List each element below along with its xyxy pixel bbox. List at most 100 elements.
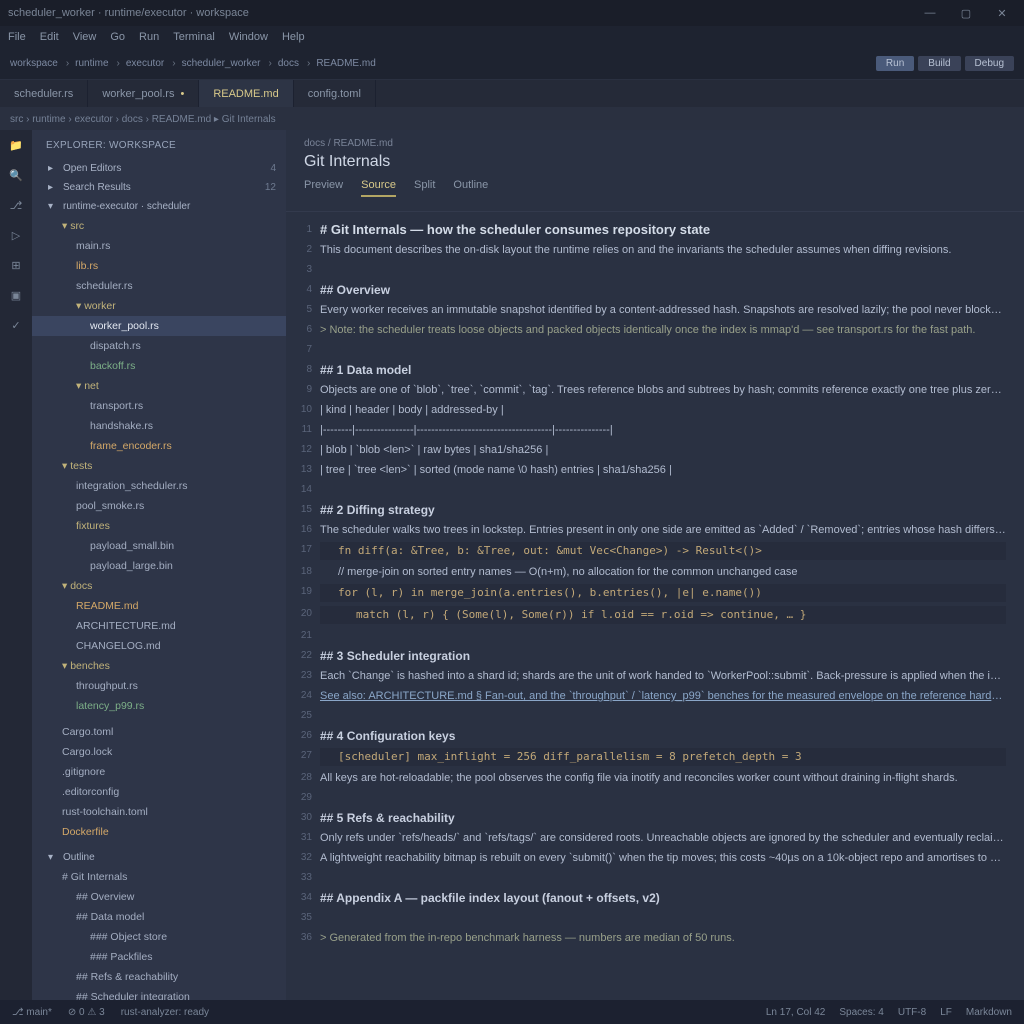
editor-line[interactable]: 15## 2 Diffing strategy: [294, 502, 1006, 518]
tree-file[interactable]: ## Scheduler integration: [32, 987, 286, 1000]
tree-file[interactable]: handshake.rs: [32, 416, 286, 436]
tree-file[interactable]: ## Overview: [32, 887, 286, 907]
status-indent[interactable]: Spaces: 4: [839, 1007, 883, 1018]
tree-file[interactable]: dispatch.rs: [32, 336, 286, 356]
crumb[interactable]: executor: [126, 58, 164, 69]
status-lsp[interactable]: rust-analyzer: ready: [121, 1007, 209, 1018]
menu-run[interactable]: Run: [139, 31, 159, 43]
status-eol[interactable]: LF: [940, 1007, 952, 1018]
tree-folder[interactable]: ▾ worker: [32, 296, 286, 316]
tree-folder[interactable]: ▾ tests: [32, 456, 286, 476]
tree-file[interactable]: backoff.rs: [32, 356, 286, 376]
tree-file[interactable]: rust-toolchain.toml: [32, 802, 286, 822]
tab-scheduler[interactable]: scheduler.rs: [0, 80, 88, 107]
editor-line[interactable]: 16The scheduler walks two trees in locks…: [294, 522, 1006, 538]
tree-file[interactable]: scheduler.rs: [32, 276, 286, 296]
editor-breadcrumb[interactable]: src › runtime › executor › docs › README…: [0, 108, 1024, 130]
editor-line[interactable]: 17fn diff(a: &Tree, b: &Tree, out: &mut …: [294, 542, 1006, 560]
editor-line[interactable]: 19for (l, r) in merge_join(a.entries(), …: [294, 584, 1006, 602]
editor-body[interactable]: 1# Git Internals — how the scheduler con…: [286, 212, 1024, 990]
editor-line[interactable]: 30## 5 Refs & reachability: [294, 810, 1006, 826]
editor-line[interactable]: 27[scheduler] max_inflight = 256 diff_pa…: [294, 748, 1006, 766]
editor-line[interactable]: 3: [294, 262, 1006, 278]
tree-folder[interactable]: ▾ docs: [32, 576, 286, 596]
tree-folder[interactable]: ▾ net: [32, 376, 286, 396]
tree-file[interactable]: integration_scheduler.rs: [32, 476, 286, 496]
menu-window[interactable]: Window: [229, 31, 268, 43]
editor-line[interactable]: 14: [294, 482, 1006, 498]
tree-file[interactable]: throughput.rs: [32, 676, 286, 696]
tree-file[interactable]: payload_large.bin: [32, 556, 286, 576]
status-problems[interactable]: ⊘ 0 ⚠ 3: [68, 1007, 105, 1018]
run-button[interactable]: Run: [876, 56, 914, 71]
editor-line[interactable]: 29: [294, 790, 1006, 806]
tree-file[interactable]: pool_smoke.rs: [32, 496, 286, 516]
menu-view[interactable]: View: [73, 31, 97, 43]
crumb[interactable]: runtime: [75, 58, 108, 69]
debug-icon[interactable]: ▷: [7, 226, 25, 244]
debug-button[interactable]: Debug: [965, 56, 1014, 71]
editor-line[interactable]: 18// merge-join on sorted entry names — …: [294, 564, 1006, 580]
menu-go[interactable]: Go: [110, 31, 125, 43]
remote-icon[interactable]: ▣: [7, 286, 25, 304]
view-tab-split[interactable]: Split: [414, 179, 435, 197]
tab-workerpool[interactable]: worker_pool.rs: [88, 80, 199, 107]
editor-line[interactable]: 20match (l, r) { (Some(l), Some(r)) if l…: [294, 606, 1006, 624]
crumb[interactable]: workspace: [10, 58, 58, 69]
editor-line[interactable]: 31Only refs under `refs/heads/` and `ref…: [294, 830, 1006, 846]
status-branch[interactable]: ⎇ main*: [12, 1007, 52, 1018]
view-tab-preview[interactable]: Preview: [304, 179, 343, 197]
view-tab-outline[interactable]: Outline: [453, 179, 488, 197]
crumb[interactable]: scheduler_worker: [182, 58, 261, 69]
menu-terminal[interactable]: Terminal: [173, 31, 215, 43]
tree-file[interactable]: .editorconfig: [32, 782, 286, 802]
editor-line[interactable]: 22## 3 Scheduler integration: [294, 648, 1006, 664]
crumb[interactable]: README.md: [316, 58, 375, 69]
editor-line[interactable]: 8## 1 Data model: [294, 362, 1006, 378]
editor-line[interactable]: 33: [294, 870, 1006, 886]
editor-line[interactable]: 24See also: ARCHITECTURE.md § Fan-out, a…: [294, 688, 1006, 704]
tab-config[interactable]: config.toml: [294, 80, 376, 107]
editor-line[interactable]: 12| blob | `blob <len>` | raw bytes | sh…: [294, 442, 1006, 458]
status-encoding[interactable]: UTF-8: [898, 1007, 926, 1018]
tree-file[interactable]: lib.rs: [32, 256, 286, 276]
tree-file[interactable]: ### Object store: [32, 927, 286, 947]
scm-icon[interactable]: ⎇: [7, 196, 25, 214]
tree-file[interactable]: main.rs: [32, 236, 286, 256]
editor-line[interactable]: 32A lightweight reachability bitmap is r…: [294, 850, 1006, 866]
tree-file[interactable]: frame_encoder.rs: [32, 436, 286, 456]
open-editors-section[interactable]: ▸ Open Editors 4: [32, 159, 286, 178]
editor-line[interactable]: 5Every worker receives an immutable snap…: [294, 302, 1006, 318]
tree-file[interactable]: .gitignore: [32, 762, 286, 782]
explorer-icon[interactable]: 📁: [7, 136, 25, 154]
extensions-icon[interactable]: ⊞: [7, 256, 25, 274]
minimize-icon[interactable]: —: [916, 3, 944, 23]
status-cursor[interactable]: Ln 17, Col 42: [766, 1007, 826, 1018]
search-icon[interactable]: 🔍: [7, 166, 25, 184]
editor-line[interactable]: 4## Overview: [294, 282, 1006, 298]
tree-folder[interactable]: ▾ benches: [32, 656, 286, 676]
tree-file[interactable]: # Git Internals: [32, 867, 286, 887]
view-tab-source[interactable]: Source: [361, 179, 396, 197]
menu-help[interactable]: Help: [282, 31, 305, 43]
testing-icon[interactable]: ✓: [7, 316, 25, 334]
editor-line[interactable]: 23Each `Change` is hashed into a shard i…: [294, 668, 1006, 684]
editor-line[interactable]: 35: [294, 910, 1006, 926]
status-lang[interactable]: Markdown: [966, 1007, 1012, 1018]
tree-file[interactable]: transport.rs: [32, 396, 286, 416]
editor-line[interactable]: 34## Appendix A — packfile index layout …: [294, 890, 1006, 906]
editor-line[interactable]: 10| kind | header | body | addressed-by …: [294, 402, 1006, 418]
editor-line[interactable]: 9Objects are one of `blob`, `tree`, `com…: [294, 382, 1006, 398]
tree-file[interactable]: payload_small.bin: [32, 536, 286, 556]
tree-root[interactable]: ▾runtime-executor · scheduler: [32, 197, 286, 216]
editor-line[interactable]: 21: [294, 628, 1006, 644]
editor-line[interactable]: 25: [294, 708, 1006, 724]
tree-file[interactable]: CHANGELOG.md: [32, 636, 286, 656]
tree-file[interactable]: Cargo.toml: [32, 722, 286, 742]
tree-file[interactable]: Cargo.lock: [32, 742, 286, 762]
editor-line[interactable]: 13| tree | `tree <len>` | sorted (mode n…: [294, 462, 1006, 478]
editor-line[interactable]: 7: [294, 342, 1006, 358]
menu-edit[interactable]: Edit: [40, 31, 59, 43]
tree-file[interactable]: ## Refs & reachability: [32, 967, 286, 987]
close-icon[interactable]: ✕: [988, 3, 1016, 23]
